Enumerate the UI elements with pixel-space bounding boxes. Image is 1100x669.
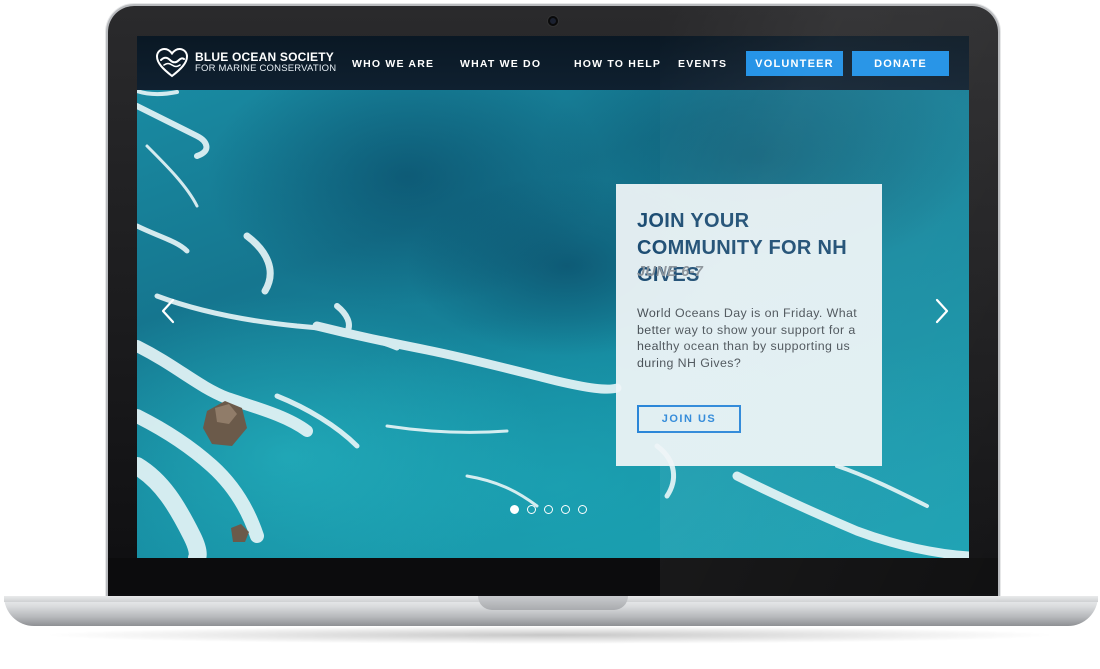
nav-events[interactable]: EVENTS <box>678 58 727 70</box>
carousel-dot-4[interactable] <box>561 505 570 514</box>
site-header: BLUE OCEAN SOCIETY FOR MARINE CONSERVATI… <box>137 36 969 90</box>
carousel-dot-3[interactable] <box>544 505 553 514</box>
webcam <box>548 16 558 26</box>
nav-what-we-do[interactable]: WHAT WE DO <box>460 58 541 70</box>
nav-how-to-help[interactable]: HOW TO HELP <box>574 58 661 70</box>
carousel-dot-5[interactable] <box>578 505 587 514</box>
hero-date: JUNE 6-7 <box>637 264 704 280</box>
carousel-dot-2[interactable] <box>527 505 536 514</box>
heart-wave-icon <box>155 47 189 78</box>
site-logo[interactable]: BLUE OCEAN SOCIETY FOR MARINE CONSERVATI… <box>155 46 336 80</box>
donate-button[interactable]: DONATE <box>852 51 949 76</box>
join-us-button[interactable]: JOIN US <box>637 405 741 433</box>
laptop-screen: BLUE OCEAN SOCIETY FOR MARINE CONSERVATI… <box>137 36 969 558</box>
carousel-pagination <box>510 505 587 514</box>
laptop-shadow <box>40 626 1060 644</box>
hero-description: World Oceans Day is on Friday. What bett… <box>637 306 858 370</box>
carousel-dot-1[interactable] <box>510 505 519 514</box>
hero-card: JOIN YOUR COMMUNITY FOR NH GIVES JUNE 6-… <box>616 184 882 466</box>
chevron-left-icon[interactable] <box>159 298 177 324</box>
site-tagline: FOR MARINE CONSERVATION <box>195 63 337 75</box>
laptop-bezel-bottom <box>108 558 998 594</box>
laptop-notch <box>478 596 628 610</box>
volunteer-button[interactable]: VOLUNTEER <box>746 51 843 76</box>
nav-who-we-are[interactable]: WHO WE ARE <box>352 58 434 70</box>
chevron-right-icon[interactable] <box>933 298 951 324</box>
